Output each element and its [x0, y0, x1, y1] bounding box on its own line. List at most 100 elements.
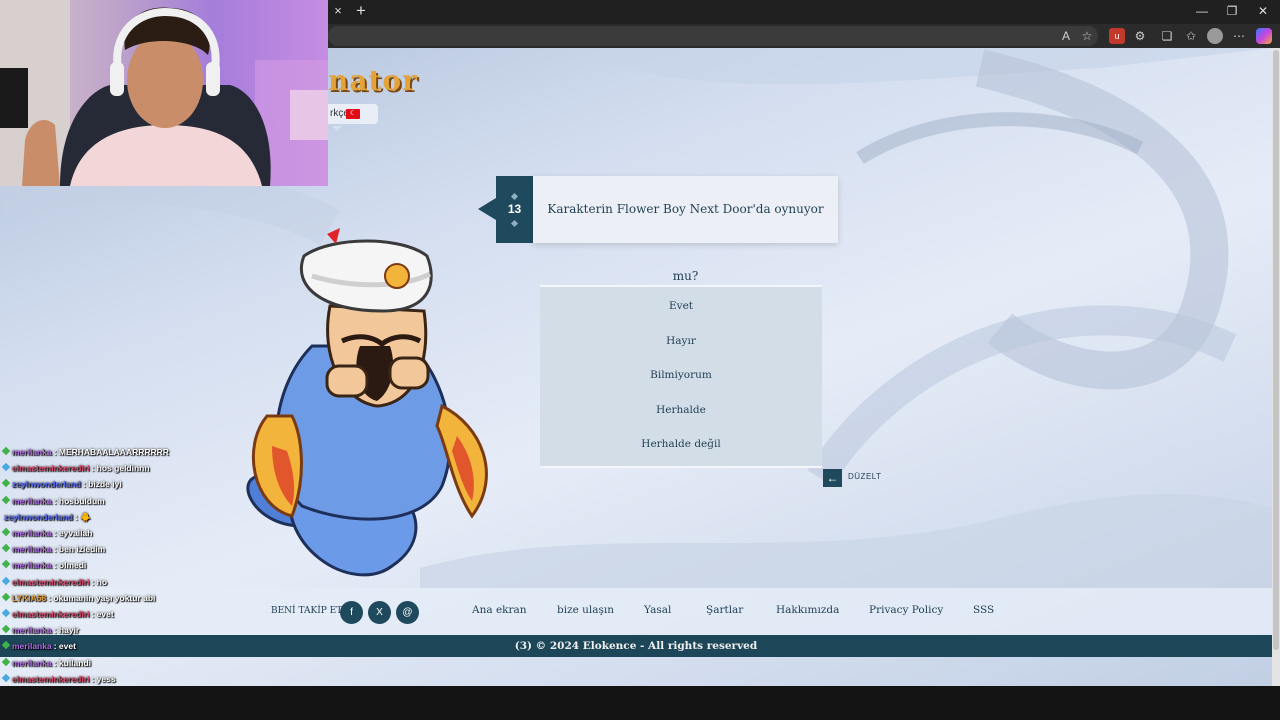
read-aloud-icon[interactable]: A	[1058, 28, 1074, 44]
chat-username[interactable]: elmasteminkerediri	[12, 674, 89, 684]
chat-message: zeylnwonderland: bizde iyi	[0, 476, 122, 492]
threads-icon[interactable]: @	[396, 601, 419, 624]
language-selector[interactable]: rkçe ☾	[328, 104, 378, 124]
tab-close-icon[interactable]: ×	[330, 3, 346, 19]
close-window-icon[interactable]: ✕	[1252, 2, 1274, 20]
copilot-icon[interactable]	[1256, 28, 1272, 44]
chat-message-text: : bizde iyi	[82, 479, 122, 490]
chat-username[interactable]: merilanka	[12, 528, 52, 538]
chat-message-text: : ben izledim	[53, 544, 106, 555]
chat-username[interactable]: LYKIA58	[12, 593, 46, 603]
nav-link-about[interactable]: Hakkımızda	[776, 604, 839, 616]
profile-avatar-icon[interactable]	[1207, 28, 1223, 44]
nav-link-privacy-policy[interactable]: Privacy Policy	[869, 604, 943, 616]
copyright-text: (3) © 2024 Elokence - All rights reserve…	[514, 640, 758, 652]
chat-message-text: : eyvallah	[53, 528, 93, 538]
site-logo[interactable]: nator	[328, 64, 418, 97]
chat-message: merilanka: eyvallah	[0, 525, 92, 541]
chat-message: merilanka: evet	[0, 638, 76, 654]
chat-badge-icon	[1, 576, 11, 585]
chat-badge-icon	[1, 608, 11, 618]
chat-message-text: : olmedi	[53, 560, 87, 571]
page-scrollbar[interactable]	[1272, 48, 1280, 686]
answer-no[interactable]: Hayır	[540, 324, 822, 359]
chat-message: elmasteminkerediri: yess	[0, 671, 116, 687]
chat-badge-icon	[1, 479, 11, 488]
split-screen-icon[interactable]: ❏	[1159, 28, 1175, 44]
chat-username[interactable]: merilanka	[12, 658, 52, 668]
x-icon[interactable]: X	[368, 601, 391, 624]
chat-badge-icon	[1, 495, 11, 504]
nav-link-contact[interactable]: bize ulaşın	[557, 604, 614, 616]
chat-message-text: : okumanin yaşı yoktur abi	[48, 592, 156, 603]
chat-username[interactable]: merilanka	[12, 544, 52, 554]
chat-message-text: : kullandi	[53, 657, 92, 668]
nav-link-faq[interactable]: SSS	[973, 604, 994, 616]
chat-message-text: : yess	[91, 673, 116, 684]
copyright-bar: (3) © 2024 Elokence - All rights reserve…	[0, 635, 1272, 657]
extension-icon[interactable]: u	[1109, 28, 1125, 44]
chat-message: zeylnwonderland: 🐥	[0, 509, 91, 525]
scrollbar-thumb[interactable]	[1273, 50, 1279, 650]
answer-yes[interactable]: Evet	[540, 289, 822, 324]
chat-username[interactable]: merilanka	[12, 625, 52, 635]
chat-message-text: : hos geldinnn	[91, 463, 150, 474]
new-tab-icon[interactable]: +	[352, 2, 370, 20]
chat-username[interactable]: merilanka	[12, 447, 52, 457]
chat-username[interactable]: elmasteminkerediri	[12, 463, 89, 473]
facebook-icon[interactable]: f	[340, 601, 363, 624]
answer-dont-know[interactable]: Bilmiyorum	[540, 358, 822, 393]
chat-message: merilanka: ben izledim	[0, 541, 105, 557]
chat-message: merilanka: hosbuldum	[0, 493, 105, 509]
chat-badge-icon	[1, 641, 11, 650]
chat-message-text: : evet	[91, 609, 114, 619]
chat-message: elmasteminkerediri: evet	[0, 606, 114, 622]
diamond-icon	[510, 219, 519, 228]
chat-username[interactable]: merilanka	[12, 496, 52, 506]
chat-badge-icon	[1, 592, 11, 602]
chat-message: merilanka: kullandi	[0, 655, 91, 671]
chat-message-text: : hayir	[53, 625, 80, 636]
chat-username[interactable]: elmasteminkerediri	[12, 609, 89, 619]
chat-username[interactable]: zeylnwonderland	[4, 512, 73, 522]
chat-message-text: : evet	[53, 641, 76, 652]
chat-message: LYKIA58: okumanin yaşı yoktur abi	[0, 590, 155, 606]
follow-label: BENİ TAKİP ET	[271, 606, 343, 616]
chat-message-text: : MERHABAALAAARRRRRR	[53, 447, 169, 457]
nav-link-legal[interactable]: Yasal	[644, 604, 671, 616]
nav-link-terms[interactable]: Şartlar	[706, 604, 743, 616]
chat-message-text: : hosbuldum	[53, 495, 105, 506]
chat-message-text: : no	[91, 576, 108, 587]
chat-username[interactable]: merilanka	[12, 641, 52, 651]
language-caret-icon	[332, 126, 342, 131]
chat-message-text: : 🐥	[74, 511, 91, 522]
answer-probably[interactable]: Herhalde	[540, 393, 822, 428]
undo-label[interactable]: DÜZELT	[848, 472, 882, 481]
chat-badge-icon	[1, 543, 11, 553]
screen: × + — ❐ ✕ A ☆ u ⚙ ❏ ✩ ⋯ nator rkçe ☾ 13 …	[0, 0, 1280, 720]
undo-arrow-icon[interactable]: ←	[823, 469, 842, 487]
extensions-puzzle-icon[interactable]: ⚙	[1132, 28, 1148, 44]
question-bubble: Karakterin Flower Boy Next Door'da oynuy…	[533, 176, 838, 283]
turkey-flag-icon: ☾	[346, 109, 360, 119]
favorite-star-icon[interactable]: ☆	[1079, 28, 1095, 44]
chat-message: merilanka: olmedi	[0, 557, 86, 573]
akinator-genie-illustration	[246, 228, 488, 577]
chat-badge-icon	[1, 462, 11, 472]
chat-username[interactable]: elmasteminkerediri	[12, 577, 89, 587]
chat-badge-icon	[1, 624, 11, 634]
webcam-overlay	[0, 0, 328, 186]
chat-message: elmasteminkerediri: hos geldinnn	[0, 460, 150, 476]
streamer-webcam-image	[0, 0, 328, 186]
nav-link-home[interactable]: Ana ekran	[472, 604, 527, 616]
answer-list: Evet Hayır Bilmiyorum Herhalde Herhalde …	[540, 285, 822, 468]
restore-icon[interactable]: ❐	[1221, 2, 1243, 20]
chat-badge-icon	[1, 446, 11, 456]
more-menu-icon[interactable]: ⋯	[1231, 28, 1247, 44]
address-field[interactable]	[328, 26, 1098, 46]
minimize-icon[interactable]: —	[1191, 2, 1213, 20]
chat-username[interactable]: zeylnwonderland	[12, 479, 81, 489]
favorites-icon[interactable]: ✩	[1183, 28, 1199, 44]
chat-username[interactable]: merilanka	[12, 560, 52, 570]
answer-probably-not[interactable]: Herhalde değil	[540, 427, 822, 462]
